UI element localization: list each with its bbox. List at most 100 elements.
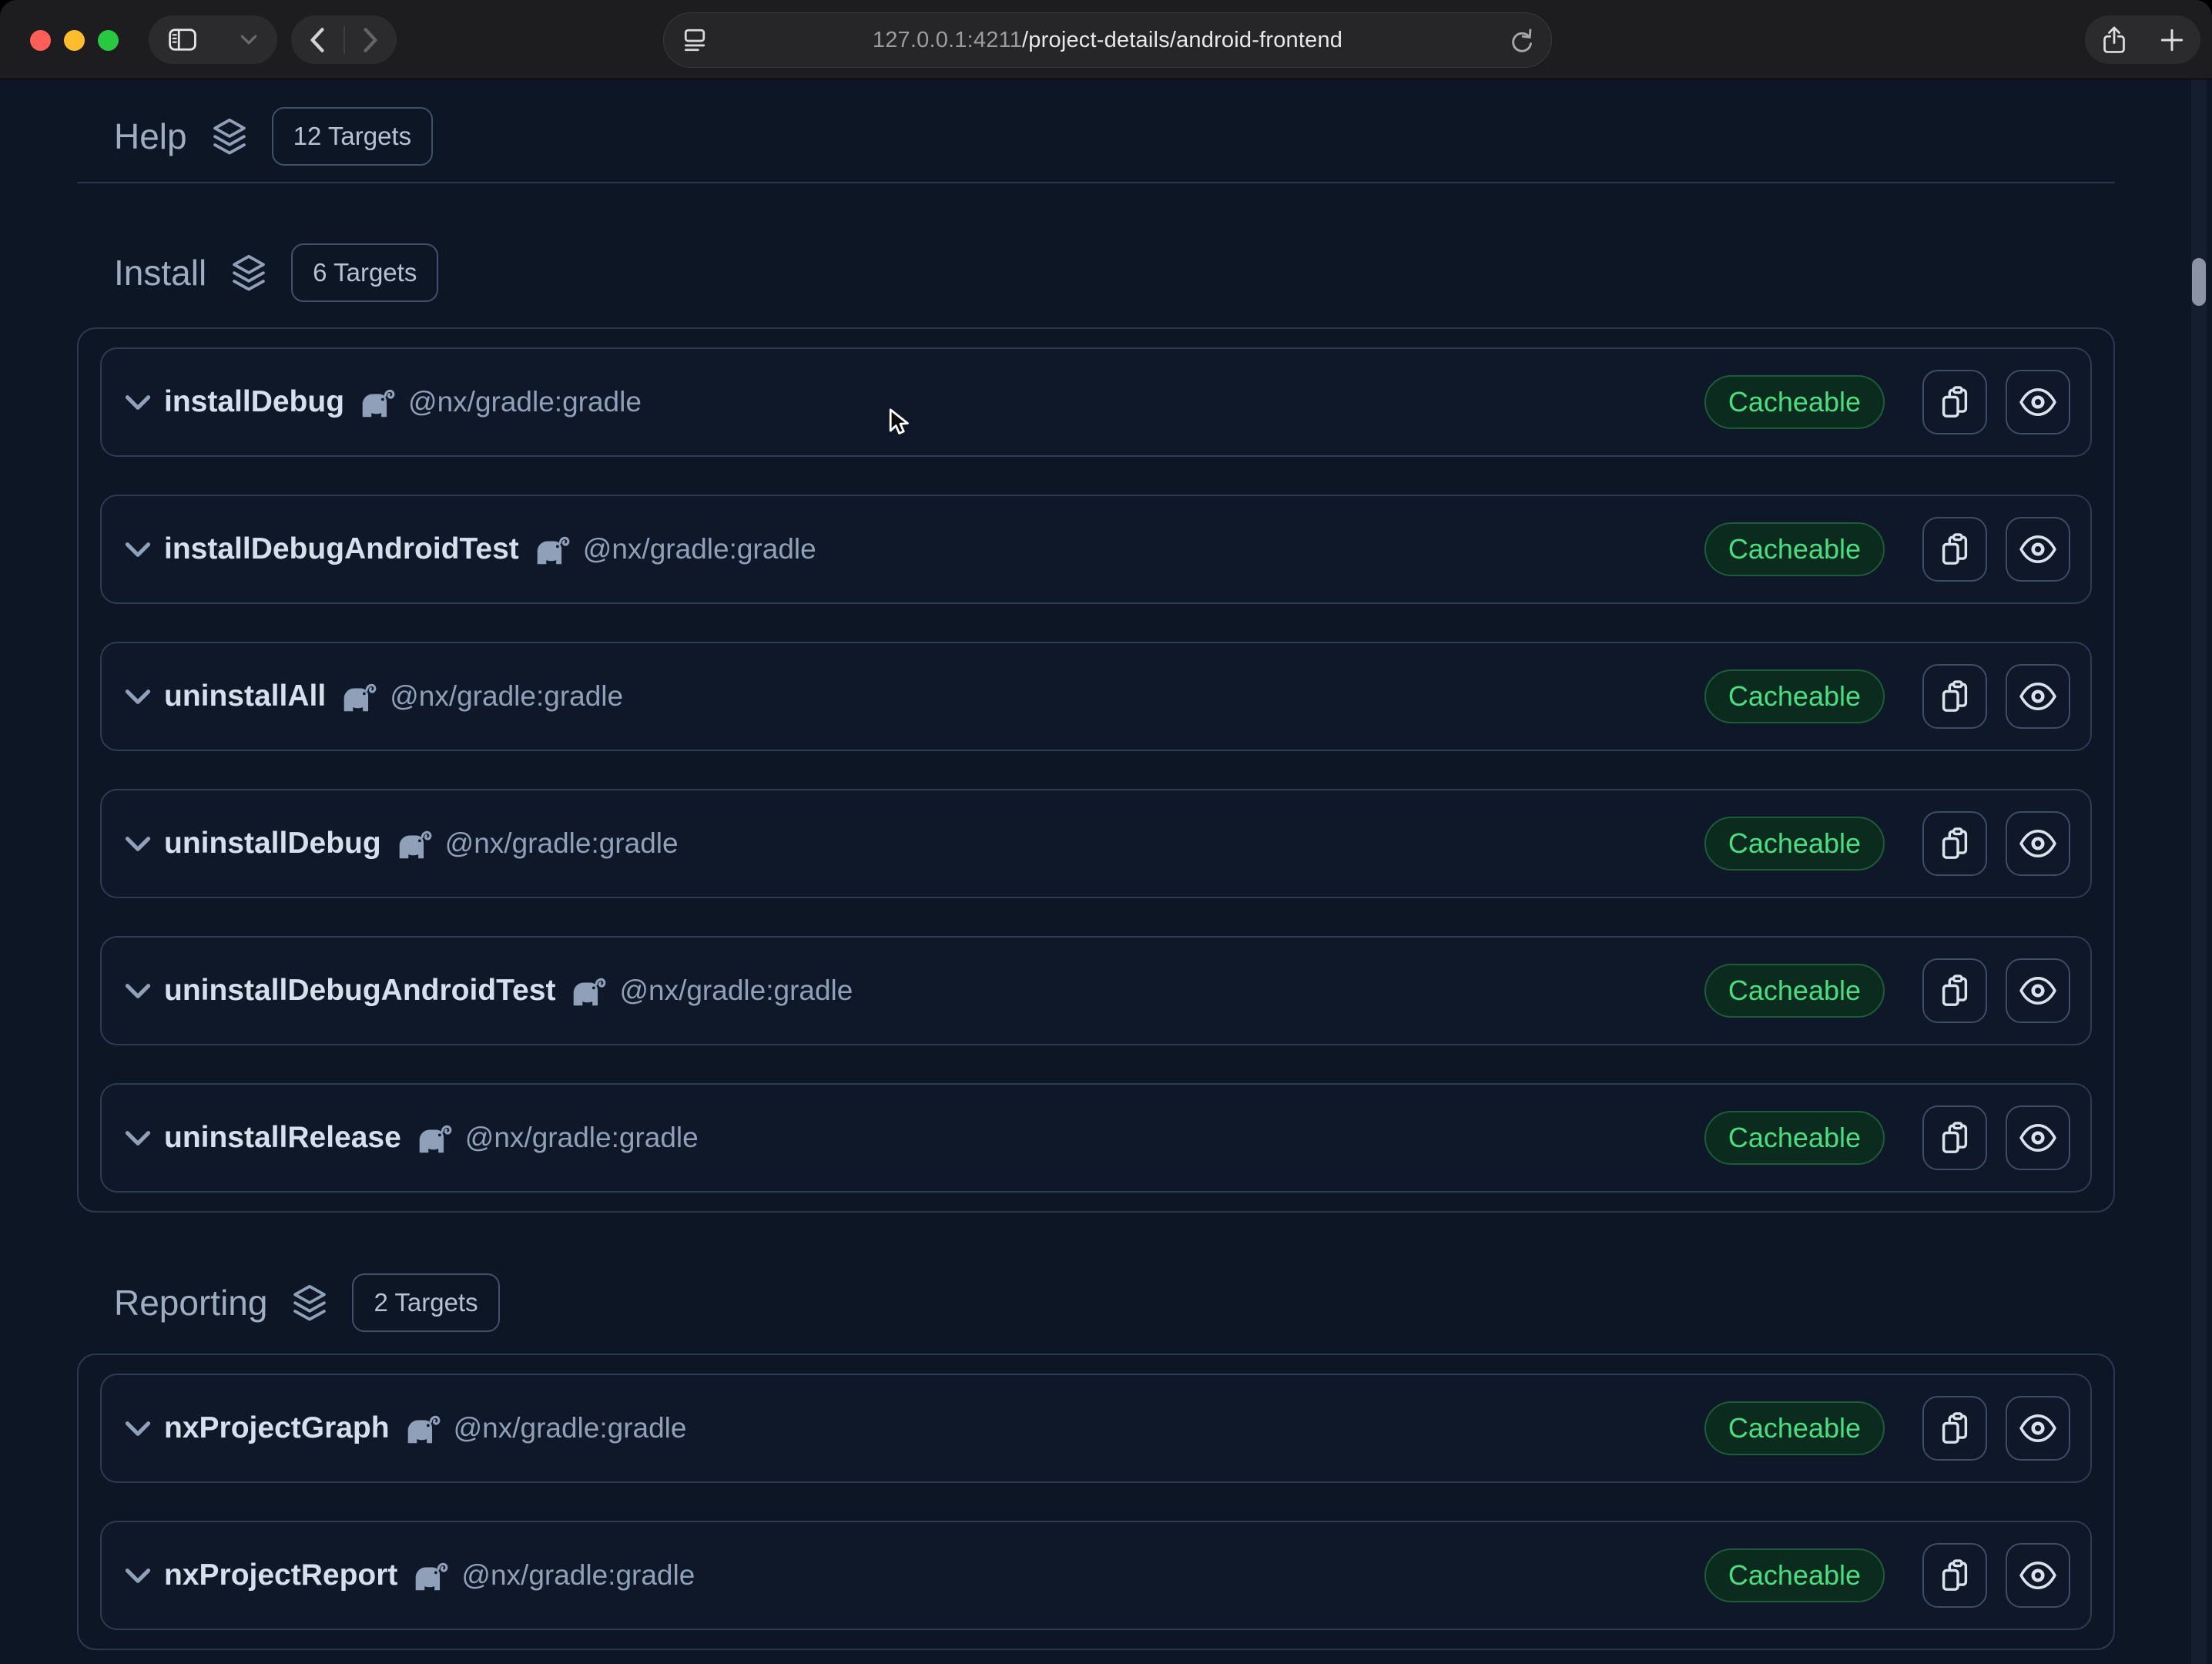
view-button[interactable] xyxy=(2006,517,2070,582)
sidebar-icon xyxy=(169,29,196,51)
eye-icon xyxy=(2019,976,2057,1005)
target-executor: @nx/gradle:gradle xyxy=(583,533,816,565)
target-row-nxProjectGraph[interactable]: nxProjectGraph @nx/gradle:gradle Cacheab… xyxy=(100,1374,2092,1483)
target-row-uninstallDebugAndroidTest[interactable]: uninstallDebugAndroidTest @nx/gradle:gra… xyxy=(100,936,2092,1045)
section-title: Reporting xyxy=(114,1282,267,1323)
cacheable-badge: Cacheable xyxy=(1704,964,1885,1018)
view-button[interactable] xyxy=(2006,1543,2070,1608)
target-executor: @nx/gradle:gradle xyxy=(465,1122,699,1154)
cacheable-badge: Cacheable xyxy=(1704,817,1885,871)
copy-button[interactable] xyxy=(1922,1396,1987,1461)
url-text: 127.0.0.1:4211/project-details/android-f… xyxy=(873,28,1342,53)
targets-count-badge: 12 Targets xyxy=(272,107,434,166)
target-name: uninstallDebug xyxy=(164,827,381,861)
section-title: Help xyxy=(114,116,187,157)
clipboard-copy-icon xyxy=(1937,1411,1972,1446)
target-row-nxProjectReport[interactable]: nxProjectReport @nx/gradle:gradle Cachea… xyxy=(100,1521,2092,1630)
target-row-uninstallDebug[interactable]: uninstallDebug @nx/gradle:gradle Cacheab… xyxy=(100,789,2092,898)
browser-toolbar: 127.0.0.1:4211/project-details/android-f… xyxy=(0,0,2212,79)
target-executor: @nx/gradle:gradle xyxy=(461,1559,695,1592)
gradle-elephant-icon xyxy=(412,1560,448,1592)
target-row-installDebug[interactable]: installDebug @nx/gradle:gradle Cacheable xyxy=(100,347,2092,457)
sidebar-toggle-button[interactable] xyxy=(149,15,277,64)
eye-icon xyxy=(2019,1123,2057,1152)
eye-icon xyxy=(2019,1561,2057,1590)
chevron-down-icon[interactable] xyxy=(125,1421,151,1437)
clipboard-copy-icon xyxy=(1937,1558,1972,1593)
scrollbar-track[interactable] xyxy=(2191,79,2207,1664)
copy-button[interactable] xyxy=(1922,1543,1987,1608)
address-bar[interactable]: 127.0.0.1:4211/project-details/android-f… xyxy=(663,12,1552,68)
layers-icon xyxy=(289,1282,330,1323)
layers-icon xyxy=(209,116,250,157)
new-tab-button[interactable] xyxy=(2160,29,2184,52)
browser-window: 127.0.0.1:4211/project-details/android-f… xyxy=(0,0,2212,1664)
back-button[interactable] xyxy=(310,27,325,53)
eye-icon xyxy=(2019,535,2057,564)
copy-button[interactable] xyxy=(1922,664,1987,729)
section-header-install: Install 6 Targets xyxy=(77,242,2115,304)
target-executor: @nx/gradle:gradle xyxy=(408,386,642,418)
view-button[interactable] xyxy=(2006,664,2070,729)
chevron-down-icon[interactable] xyxy=(125,689,151,705)
mouse-cursor-icon xyxy=(888,408,913,438)
copy-button[interactable] xyxy=(1922,1105,1987,1170)
section-title: Install xyxy=(114,252,206,294)
cacheable-badge: Cacheable xyxy=(1704,522,1885,576)
chevron-down-icon[interactable] xyxy=(125,1568,151,1584)
clipboard-copy-icon xyxy=(1937,1120,1972,1156)
reload-icon[interactable] xyxy=(1508,26,1534,54)
zoom-window-button[interactable] xyxy=(98,30,119,51)
chevron-down-icon xyxy=(240,35,257,45)
view-button[interactable] xyxy=(2006,1105,2070,1170)
chevron-down-icon[interactable] xyxy=(125,542,151,558)
history-nav-group xyxy=(291,15,397,64)
view-button[interactable] xyxy=(2006,1396,2070,1461)
copy-button[interactable] xyxy=(1922,517,1987,582)
target-name: uninstallRelease xyxy=(164,1121,401,1155)
target-row-installDebugAndroidTest[interactable]: installDebugAndroidTest @nx/gradle:gradl… xyxy=(100,495,2092,604)
clipboard-copy-icon xyxy=(1937,532,1972,567)
url-path: /project-details/android-frontend xyxy=(1022,28,1342,52)
target-row-uninstallRelease[interactable]: uninstallRelease @nx/gradle:gradle Cache… xyxy=(100,1083,2092,1193)
install-targets-container: installDebug @nx/gradle:gradle Cacheable… xyxy=(77,327,2115,1213)
project-details-page: Help 12 Targets Install 6 Targets instal… xyxy=(0,79,2212,1664)
cacheable-badge: Cacheable xyxy=(1704,669,1885,723)
section-header-help: Help 12 Targets xyxy=(77,106,2115,167)
view-button[interactable] xyxy=(2006,958,2070,1023)
scrollbar-thumb[interactable] xyxy=(2192,258,2206,306)
page-settings-icon[interactable] xyxy=(682,29,707,52)
cacheable-badge: Cacheable xyxy=(1704,1111,1885,1165)
section-header-reporting: Reporting 2 Targets xyxy=(77,1272,2115,1334)
cacheable-badge: Cacheable xyxy=(1704,1401,1885,1455)
copy-button[interactable] xyxy=(1922,958,1987,1023)
chevron-down-icon[interactable] xyxy=(125,1130,151,1146)
target-executor: @nx/gradle:gradle xyxy=(445,827,679,860)
gradle-elephant-icon xyxy=(404,1413,441,1444)
view-button[interactable] xyxy=(2006,811,2070,876)
chevron-down-icon[interactable] xyxy=(125,983,151,999)
cacheable-badge: Cacheable xyxy=(1704,1548,1885,1602)
clipboard-copy-icon xyxy=(1937,679,1972,714)
section-divider xyxy=(77,182,2115,183)
gradle-elephant-icon xyxy=(396,828,432,860)
chevron-down-icon[interactable] xyxy=(125,394,151,411)
close-window-button[interactable] xyxy=(30,30,51,51)
share-button[interactable] xyxy=(2102,25,2127,55)
chevron-down-icon[interactable] xyxy=(125,836,151,852)
minimize-window-button[interactable] xyxy=(64,30,85,51)
target-row-uninstallAll[interactable]: uninstallAll @nx/gradle:gradle Cacheable xyxy=(100,642,2092,751)
target-name: installDebug xyxy=(164,385,344,419)
nav-divider xyxy=(344,26,345,54)
copy-button[interactable] xyxy=(1922,370,1987,434)
gradle-elephant-icon xyxy=(570,975,606,1007)
targets-count-badge: 2 Targets xyxy=(352,1273,499,1332)
toolbar-actions-group xyxy=(2085,15,2200,64)
target-name: nxProjectReport xyxy=(164,1558,397,1592)
gradle-elephant-icon xyxy=(534,534,570,565)
target-executor: @nx/gradle:gradle xyxy=(619,975,853,1007)
copy-button[interactable] xyxy=(1922,811,1987,876)
forward-button[interactable] xyxy=(363,27,378,53)
view-button[interactable] xyxy=(2006,370,2070,434)
gradle-elephant-icon xyxy=(340,681,377,713)
